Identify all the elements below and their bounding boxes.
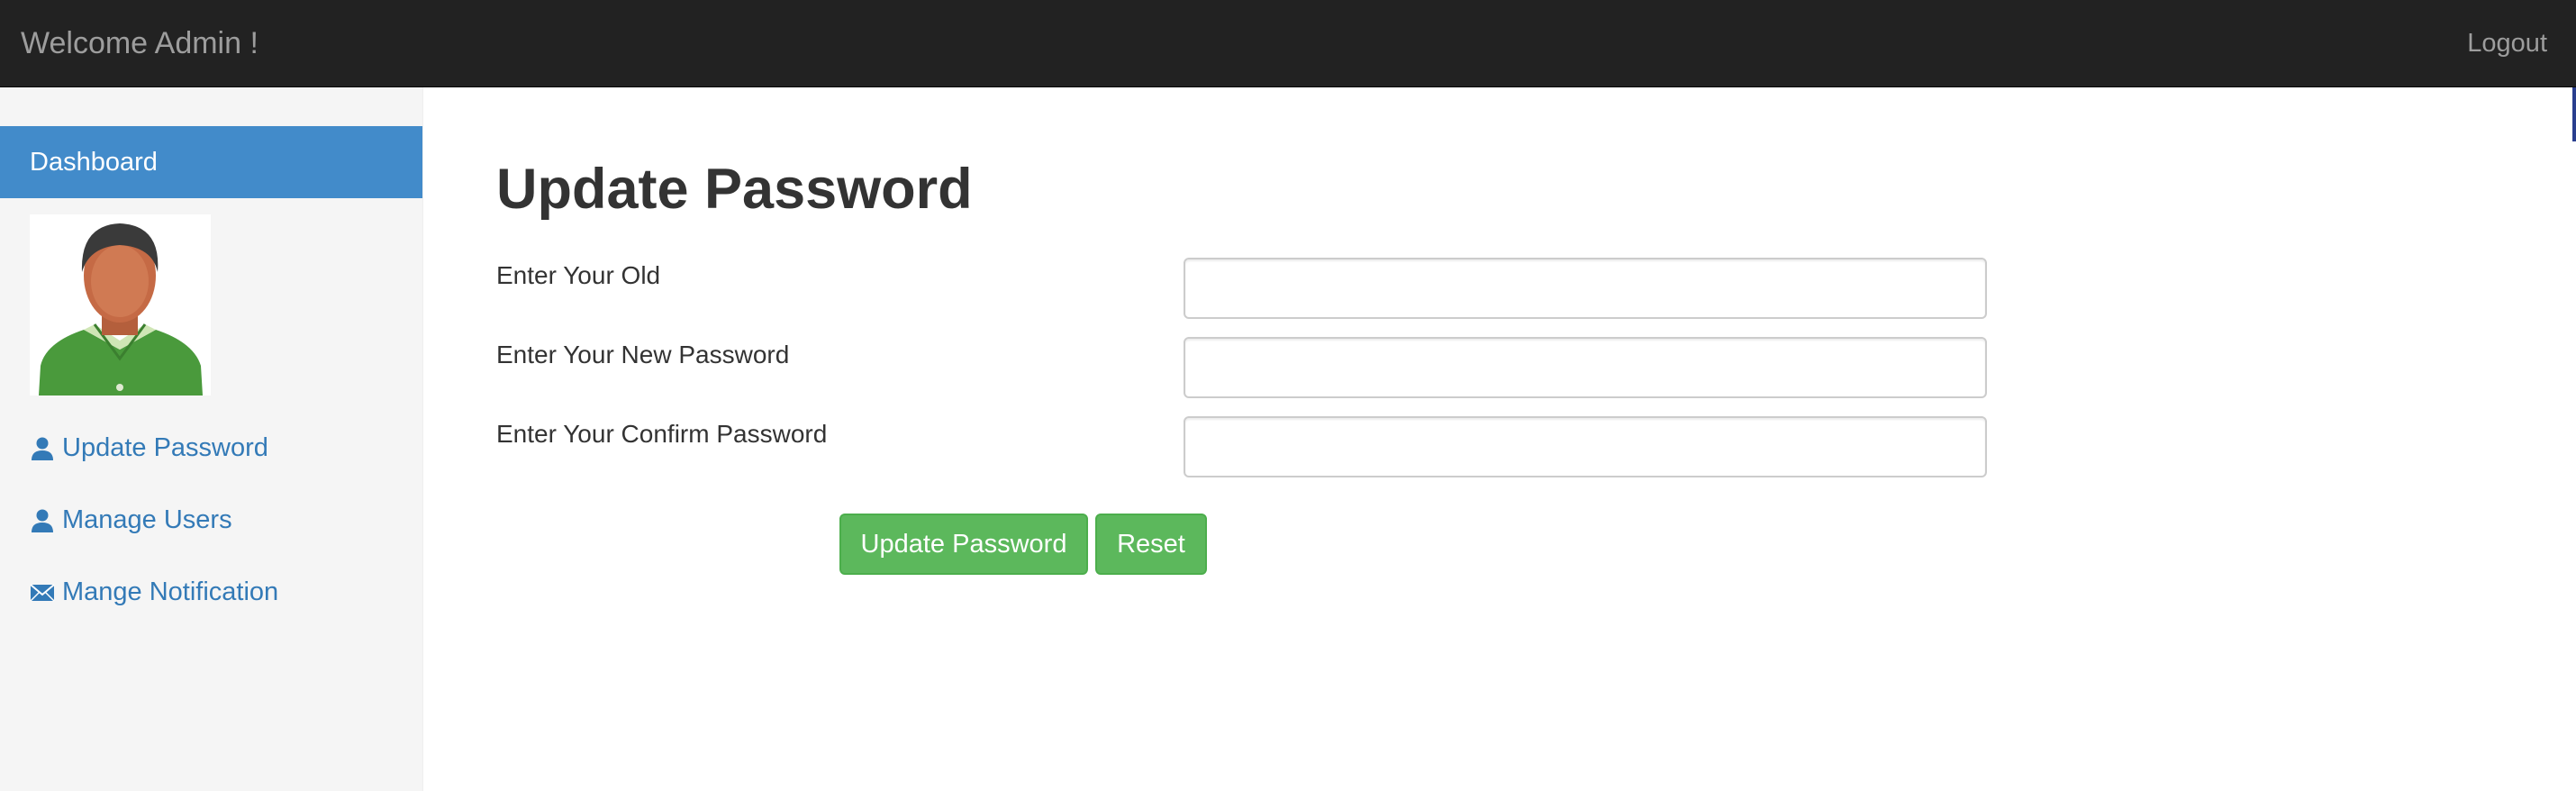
old-password-label: Enter Your Old	[496, 261, 661, 289]
envelope-icon	[30, 579, 55, 605]
user-avatar-image	[30, 214, 211, 396]
sidebar-item-label: Update Password	[62, 433, 268, 462]
sidebar: Dashboard Update Password Manage Users M…	[0, 87, 423, 791]
reset-button[interactable]: Reset	[1095, 514, 1207, 575]
logout-link[interactable]: Logout	[2467, 26, 2547, 60]
navbar-brand[interactable]: Welcome Admin !	[21, 23, 259, 63]
new-password-label: Enter Your New Password	[496, 341, 790, 368]
confirm-password-input[interactable]	[1184, 416, 1987, 477]
user-icon	[30, 507, 55, 532]
top-navbar: Welcome Admin ! Logout	[0, 0, 2576, 87]
new-password-input[interactable]	[1184, 337, 1987, 398]
sidebar-item-label: Manage Users	[62, 505, 232, 534]
update-password-button[interactable]: Update Password	[839, 514, 1088, 575]
avatar	[30, 214, 211, 396]
sidebar-item-update-password[interactable]: Update Password	[30, 430, 268, 466]
sidebar-item-label: Mange Notification	[62, 577, 279, 606]
sidebar-item-dashboard[interactable]: Dashboard	[0, 126, 422, 198]
confirm-password-label: Enter Your Confirm Password	[496, 420, 828, 448]
window-edge-accent	[2572, 87, 2576, 141]
user-icon	[30, 435, 55, 460]
old-password-input[interactable]	[1184, 258, 1987, 319]
sidebar-item-manage-users[interactable]: Manage Users	[30, 502, 232, 538]
sidebar-item-manage-notification[interactable]: Mange Notification	[30, 574, 278, 610]
page-title: Update Password	[496, 158, 973, 221]
